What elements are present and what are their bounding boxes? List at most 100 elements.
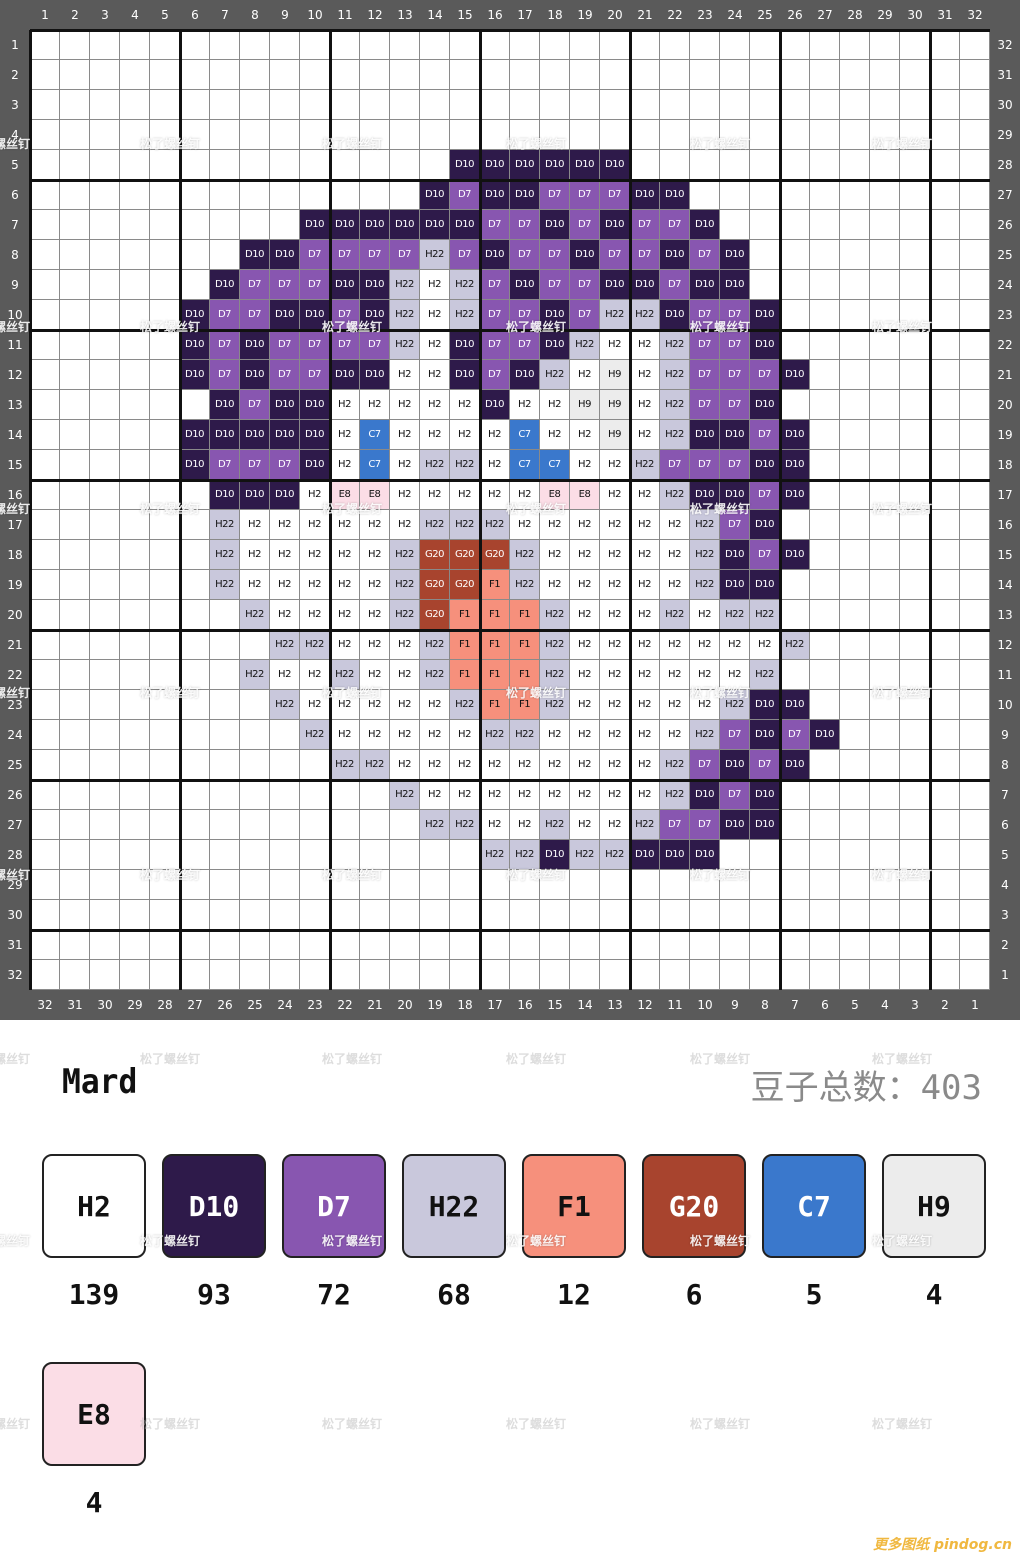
empty-cell — [150, 810, 180, 840]
empty-cell — [540, 90, 570, 120]
empty-cell — [900, 210, 930, 240]
bead-cell: D10 — [510, 270, 540, 300]
bead-cell: H2 — [660, 540, 690, 570]
bead-cell: D7 — [210, 450, 240, 480]
bead-cell: H9 — [600, 420, 630, 450]
empty-cell — [780, 270, 810, 300]
bead-cell: H22 — [360, 750, 390, 780]
empty-cell — [180, 30, 210, 60]
empty-cell — [540, 960, 570, 990]
empty-cell — [810, 780, 840, 810]
empty-cell — [90, 300, 120, 330]
empty-cell — [510, 960, 540, 990]
bead-cell: H22 — [660, 390, 690, 420]
axis-left-number: 9 — [11, 278, 19, 292]
bead-cell: H2 — [720, 660, 750, 690]
bead-cell: D10 — [540, 330, 570, 360]
empty-cell — [120, 750, 150, 780]
empty-cell — [150, 90, 180, 120]
bead-cell: H2 — [270, 600, 300, 630]
bead-cell: D10 — [750, 570, 780, 600]
empty-cell — [30, 150, 60, 180]
bead-cell: H22 — [390, 270, 420, 300]
bead-cell: F1 — [480, 690, 510, 720]
empty-cell — [90, 660, 120, 690]
empty-cell — [330, 120, 360, 150]
bead-cell: G20 — [450, 540, 480, 570]
bead-cell: H2 — [630, 570, 660, 600]
empty-cell — [930, 60, 960, 90]
bead-cell: H22 — [630, 300, 660, 330]
empty-cell — [750, 30, 780, 60]
empty-cell — [300, 960, 330, 990]
empty-cell — [570, 60, 600, 90]
empty-cell — [840, 900, 870, 930]
bead-cell: H2 — [630, 420, 660, 450]
empty-cell — [810, 540, 840, 570]
bead-cell: D10 — [180, 300, 210, 330]
axis-left-number: 18 — [7, 548, 23, 562]
axis-top-number: 21 — [637, 8, 653, 22]
empty-cell — [750, 840, 780, 870]
bead-cell: G20 — [420, 570, 450, 600]
bead-cell: H22 — [210, 570, 240, 600]
empty-cell — [780, 960, 810, 990]
empty-cell — [900, 270, 930, 300]
legend-count: 93 — [197, 1278, 231, 1311]
bead-cell: D10 — [270, 390, 300, 420]
empty-cell — [240, 30, 270, 60]
bead-cell: H2 — [330, 450, 360, 480]
empty-cell — [90, 150, 120, 180]
bead-cell: D10 — [660, 840, 690, 870]
empty-cell — [330, 90, 360, 120]
empty-cell — [840, 270, 870, 300]
empty-cell — [90, 90, 120, 120]
empty-cell — [900, 390, 930, 420]
empty-cell — [720, 60, 750, 90]
empty-cell — [720, 150, 750, 180]
empty-cell — [240, 90, 270, 120]
empty-cell — [660, 120, 690, 150]
bead-cell: H2 — [660, 570, 690, 600]
legend-swatch: G20 — [642, 1154, 746, 1258]
bead-cell: H2 — [330, 510, 360, 540]
bead-cell: D7 — [690, 240, 720, 270]
axis-left-number: 19 — [7, 578, 23, 592]
bead-cell: H2 — [390, 510, 420, 540]
axis-top-number: 29 — [877, 8, 893, 22]
empty-cell — [690, 150, 720, 180]
empty-cell — [870, 210, 900, 240]
empty-cell — [300, 870, 330, 900]
empty-cell — [960, 840, 990, 870]
empty-cell — [780, 870, 810, 900]
empty-cell — [750, 900, 780, 930]
empty-cell — [210, 780, 240, 810]
empty-cell — [750, 150, 780, 180]
empty-cell — [180, 60, 210, 90]
bead-cell: D10 — [480, 390, 510, 420]
empty-cell — [210, 60, 240, 90]
bead-cell: F1 — [480, 660, 510, 690]
empty-cell — [870, 300, 900, 330]
bead-cell: D10 — [750, 390, 780, 420]
empty-cell — [780, 660, 810, 690]
empty-cell — [750, 180, 780, 210]
bead-cell: F1 — [510, 630, 540, 660]
bead-cell: D10 — [720, 750, 750, 780]
empty-cell — [870, 450, 900, 480]
empty-cell — [930, 690, 960, 720]
empty-cell — [120, 90, 150, 120]
empty-cell — [960, 960, 990, 990]
axis-bottom-number: 22 — [337, 998, 353, 1012]
empty-cell — [240, 750, 270, 780]
empty-cell — [900, 450, 930, 480]
bead-cell: D7 — [720, 510, 750, 540]
bead-cell: D10 — [360, 270, 390, 300]
bead-cell: H2 — [570, 780, 600, 810]
empty-cell — [60, 570, 90, 600]
bead-cell: H2 — [630, 540, 660, 570]
empty-cell — [810, 360, 840, 390]
empty-cell — [930, 510, 960, 540]
axis-right-number: 9 — [1001, 728, 1009, 742]
empty-cell — [900, 840, 930, 870]
